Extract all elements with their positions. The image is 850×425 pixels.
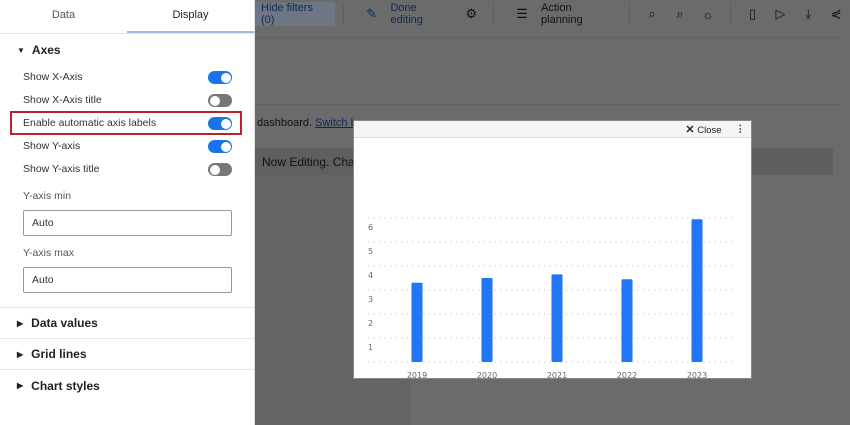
done-editing-button[interactable]: ✎ Done editing <box>352 2 458 26</box>
search-insight-icon[interactable]: ⌕ <box>644 6 660 22</box>
share-icon[interactable]: ⋞ <box>828 6 844 22</box>
y-tick-label: 6 <box>368 223 373 232</box>
y-tick-label: 2 <box>368 319 373 328</box>
bar-chart: 1 2 3 4 5 6 2019 2020 2021 2022 2023 <box>368 217 734 380</box>
play-icon[interactable]: ▷ <box>773 6 789 22</box>
y-tick-label: 4 <box>368 271 373 280</box>
hide-filters-label: Hide filters (0) <box>261 2 313 26</box>
caret-right-icon: ▶ <box>17 381 24 390</box>
sidebar-tabs: Data Display <box>0 0 254 34</box>
toolbar: Hide filters (0) ✎ Done editing ⚙ ☰ Action… <box>255 0 850 28</box>
close-button[interactable]: ✕ Close <box>685 123 721 136</box>
x-tick-label: 2023 <box>687 371 707 378</box>
show-x-axis-toggle[interactable] <box>208 71 232 84</box>
toggle-label: Show X-Axis <box>23 71 83 83</box>
search-chart-icon[interactable]: ⌕ <box>672 6 688 22</box>
data-values-section[interactable]: ▶ Data values <box>0 308 254 339</box>
x-tick-label: 2020 <box>477 371 497 378</box>
caret-right-icon: ▶ <box>17 318 24 328</box>
y-axis-min-label: Y-axis min <box>23 190 72 202</box>
gear-icon[interactable]: ⚙ <box>463 6 479 22</box>
bar <box>481 278 493 362</box>
hide-filters-button[interactable]: Hide filters (0) <box>255 2 335 26</box>
chart-preview-modal: ✕ Close ⋮ 1 2 3 4 5 6 2019 2020 2021 2022 2023 <box>353 120 752 380</box>
action-planning-button[interactable]: ☰ Action planning <box>502 2 621 26</box>
list-icon: ☰ <box>516 6 528 21</box>
toggle-label: Show X-Axis title <box>23 94 102 106</box>
action-planning-label: Action planning <box>541 2 583 26</box>
lightbulb-icon[interactable]: ☼ <box>700 6 716 22</box>
show-y-axis-toggle[interactable] <box>208 140 232 153</box>
settings-sidebar: Data Display ▼ Axes Show X-Axis Show X-Ax… <box>0 0 255 425</box>
close-label: Close <box>697 124 722 136</box>
toggle-label: Show Y-axis title <box>23 163 100 175</box>
divider <box>255 104 840 105</box>
y-axis-min-input[interactable]: Auto <box>23 210 232 236</box>
section-title: Chart styles <box>31 378 100 393</box>
toggle-label: Show Y-axis <box>23 140 81 152</box>
x-tick-label: 2021 <box>547 371 567 378</box>
caret-down-icon: ▼ <box>17 45 25 55</box>
bar <box>621 279 633 362</box>
show-y-axis-title-toggle[interactable] <box>208 163 232 176</box>
bar <box>691 219 703 362</box>
notice-label: dashboard. <box>257 117 313 129</box>
chart-styles-section[interactable]: ▶ Chart styles <box>0 370 254 401</box>
y-axis-max-input[interactable]: Auto <box>23 267 232 293</box>
tab-data[interactable]: Data <box>0 0 127 33</box>
y-tick-label: 1 <box>368 343 373 352</box>
y-tick-label: 5 <box>368 247 373 256</box>
toolbar-divider <box>493 4 495 24</box>
y-axis-max-label: Y-axis max <box>23 247 74 259</box>
done-editing-label: Done editing <box>390 2 423 26</box>
x-tick-label: 2019 <box>407 371 427 378</box>
show-x-axis-title-toggle[interactable] <box>208 94 232 107</box>
tab-display[interactable]: Display <box>127 0 254 33</box>
axes-section-header[interactable]: ▼ Axes <box>0 34 254 66</box>
notice-text: dashboard. Switch ba <box>257 117 363 129</box>
divider <box>255 37 840 38</box>
highlight-box <box>10 111 242 135</box>
bar <box>551 274 563 362</box>
mobile-icon[interactable]: ▯ <box>745 6 761 22</box>
toggle-row-show-y-axis: Show Y-axis <box>0 135 254 158</box>
toolbar-divider <box>342 4 344 24</box>
caret-right-icon: ▶ <box>17 349 24 359</box>
toolbar-divider <box>629 4 631 24</box>
section-title: Data values <box>31 316 98 330</box>
more-options-icon[interactable]: ⋮ <box>736 124 746 135</box>
axes-title: Axes <box>31 43 61 57</box>
download-icon[interactable]: ⤓ <box>800 6 816 22</box>
toolbar-divider <box>729 4 731 24</box>
close-icon: ✕ <box>685 123 695 136</box>
y-tick-label: 3 <box>368 295 373 304</box>
edit-icon: ✎ <box>366 6 378 21</box>
section-title: Grid lines <box>31 347 87 361</box>
modal-header: ✕ Close ⋮ <box>354 121 751 138</box>
x-tick-label: 2022 <box>617 371 637 378</box>
grid-lines-section[interactable]: ▶ Grid lines <box>0 339 254 370</box>
toggle-row-show-x-axis-title: Show X-Axis title <box>0 89 254 112</box>
toggle-row-show-y-axis-title: Show Y-axis title <box>0 158 254 181</box>
toggle-row-show-x-axis: Show X-Axis <box>0 66 254 89</box>
bar <box>411 282 423 362</box>
